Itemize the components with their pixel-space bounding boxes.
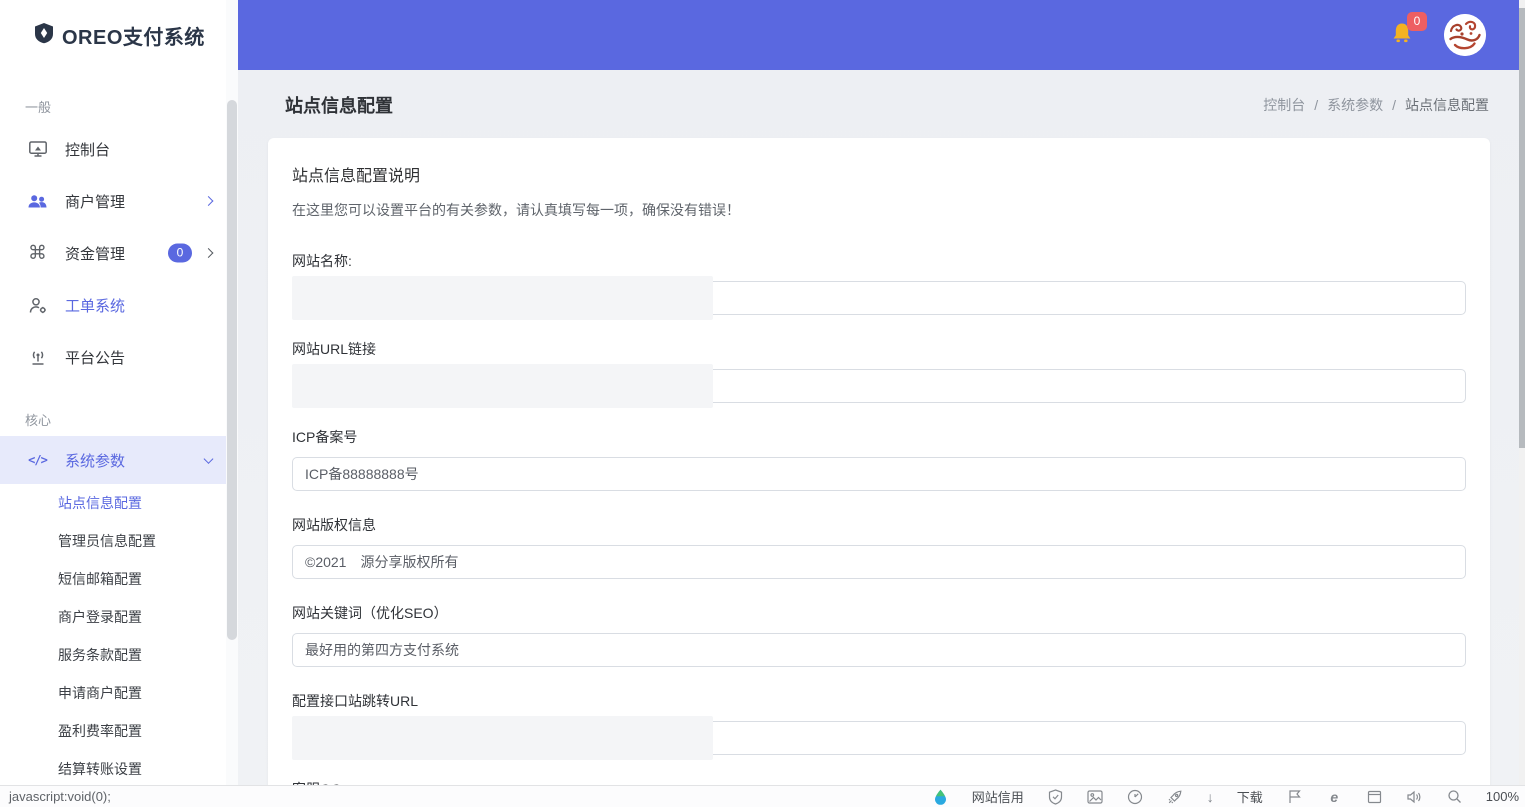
submenu-item-terms[interactable]: 服务条款配置 xyxy=(0,636,238,674)
status-bar-tools: 网站信用 ↓ 下载 e 100% xyxy=(932,787,1521,806)
sidebar: OREO支付系统 一般 控制台 商户管理 ⌘ 资金管理 0 工单系统 平台公告 … xyxy=(0,0,238,785)
shield-icon[interactable] xyxy=(1047,788,1064,805)
page-scrollbar-thumb[interactable] xyxy=(1519,8,1525,448)
notification-count-badge: 0 xyxy=(1407,12,1427,31)
sidebar-item-label: 商户管理 xyxy=(65,193,126,211)
redaction-overlay xyxy=(292,276,713,320)
form-group-icp: ICP备案号 xyxy=(292,427,1466,491)
chevron-right-icon xyxy=(203,248,214,258)
window-icon[interactable] xyxy=(1366,788,1383,805)
sidebar-item-funds[interactable]: ⌘ 资金管理 0 xyxy=(0,227,238,279)
logo-shield-icon xyxy=(33,22,55,49)
form-group-site-url: 网站URL链接 xyxy=(292,339,1466,408)
field-label: 配置接口站跳转URL xyxy=(292,693,419,709)
sidebar-item-system-params[interactable]: </> 系统参数 xyxy=(0,436,238,484)
app-header: 0 xyxy=(238,0,1519,70)
sidebar-item-label: 控制台 xyxy=(65,141,111,159)
submenu-item-settlement[interactable]: 结算转账设置 xyxy=(0,750,238,785)
main-content: 站点信息配置 控制台 / 系统参数 / 站点信息配置 站点信息配置说明 在这里您… xyxy=(238,70,1519,785)
water-drop-icon[interactable] xyxy=(932,788,949,805)
sidebar-item-dashboard[interactable]: 控制台 xyxy=(0,123,238,175)
redaction-overlay xyxy=(292,364,713,408)
field-label: 网站URL链接 xyxy=(292,341,377,357)
zoom-level[interactable]: 100% xyxy=(1486,789,1519,804)
sidebar-scrollbar[interactable] xyxy=(226,0,238,785)
download-arrow-icon[interactable]: ↓ xyxy=(1207,790,1214,804)
app-logo[interactable]: OREO支付系统 xyxy=(0,0,238,70)
submenu-item-merchant-apply[interactable]: 申请商户配置 xyxy=(0,674,238,712)
config-card: 站点信息配置说明 在这里您可以设置平台的有关参数，请认真填写每一项，确保没有错误… xyxy=(268,138,1490,785)
breadcrumb-system-params[interactable]: 系统参数 xyxy=(1327,95,1383,115)
chevron-down-icon xyxy=(203,454,214,464)
site-config-form: 网站名称: 网站URL链接 ICP备案号 ICP备88888888号 网站版权信… xyxy=(292,251,1466,785)
field-label: 网站关键词（优化SEO） xyxy=(292,605,448,621)
page-header: 站点信息配置 控制台 / 系统参数 / 站点信息配置 xyxy=(238,70,1519,136)
breadcrumb-dashboard[interactable]: 控制台 xyxy=(1263,95,1305,115)
site-credit-label[interactable]: 网站信用 xyxy=(972,787,1024,806)
submenu-item-merchant-login[interactable]: 商户登录配置 xyxy=(0,598,238,636)
sidebar-item-label: 工单系统 xyxy=(65,297,126,315)
submenu-item-site-info[interactable]: 站点信息配置 xyxy=(0,484,238,522)
monitor-icon xyxy=(26,139,49,159)
broadcast-icon xyxy=(26,347,49,367)
form-group-seo-keywords: 网站关键词（优化SEO） xyxy=(292,603,1466,667)
users-icon xyxy=(26,191,49,211)
breadcrumb: 控制台 / 系统参数 / 站点信息配置 xyxy=(1263,95,1489,115)
sidebar-item-merchants[interactable]: 商户管理 xyxy=(0,175,238,227)
speaker-icon[interactable] xyxy=(1406,788,1423,805)
notification-bell-button[interactable]: 0 xyxy=(1389,12,1427,50)
card-heading: 站点信息配置说明 xyxy=(292,168,421,185)
copyright-input[interactable] xyxy=(292,545,1466,579)
funds-count-badge: 0 xyxy=(168,243,192,263)
seo-keywords-input[interactable] xyxy=(292,633,1466,667)
command-icon: ⌘ xyxy=(28,242,47,264)
field-label: 网站版权信息 xyxy=(292,517,376,533)
breadcrumb-current: 站点信息配置 xyxy=(1405,97,1489,113)
code-icon: </> xyxy=(28,453,48,467)
form-group-copyright: 网站版权信息 xyxy=(292,515,1466,579)
submenu-item-sms-email[interactable]: 短信邮箱配置 xyxy=(0,560,238,598)
sidebar-item-announcements[interactable]: 平台公告 xyxy=(0,331,238,383)
sidebar-section-general: 一般 xyxy=(25,100,52,115)
user-gear-icon xyxy=(26,295,49,315)
form-group-site-name: 网站名称: xyxy=(292,251,1466,320)
ie-icon[interactable]: e xyxy=(1326,788,1343,805)
sidebar-item-tickets[interactable]: 工单系统 xyxy=(0,279,238,331)
system-params-submenu: 站点信息配置 管理员信息配置 短信邮箱配置 商户登录配置 服务条款配置 申请商户… xyxy=(0,484,238,785)
page-scrollbar[interactable] xyxy=(1519,0,1525,785)
sidebar-item-label: 系统参数 xyxy=(65,452,126,470)
card-description: 在这里您可以设置平台的有关参数，请认真填写每一项，确保没有错误！ xyxy=(292,202,740,218)
chevron-right-icon xyxy=(203,196,214,206)
gauge-icon[interactable] xyxy=(1127,788,1144,805)
rocket-icon[interactable] xyxy=(1167,788,1184,805)
breadcrumb-separator: / xyxy=(1314,97,1319,113)
field-label: 网站名称: xyxy=(292,253,352,269)
photo-icon[interactable] xyxy=(1087,788,1104,805)
browser-status-bar: javascript:void(0); 网站信用 ↓ 下载 e 100% xyxy=(0,785,1525,807)
browser-window: 0 OREO支付系统 一般 控制台 商户管理 ⌘ 资金管理 0 工单系统 平台公… xyxy=(0,0,1525,807)
submenu-item-profit-rate[interactable]: 盈利费率配置 xyxy=(0,712,238,750)
user-avatar[interactable] xyxy=(1444,14,1486,56)
flag-icon[interactable] xyxy=(1286,788,1303,805)
breadcrumb-separator: / xyxy=(1392,97,1396,113)
magnifier-icon[interactable] xyxy=(1446,788,1463,805)
sidebar-scrollbar-thumb[interactable] xyxy=(227,100,237,640)
bell-icon xyxy=(1389,23,1415,50)
logo-text: OREO支付系统 xyxy=(62,26,205,49)
field-label: ICP备案号 xyxy=(292,429,358,445)
page-title: 站点信息配置 xyxy=(285,96,393,116)
link-preview: javascript:void(0); xyxy=(9,789,111,804)
avatar-art-icon xyxy=(1444,14,1486,56)
icp-number-input[interactable] xyxy=(292,457,1466,491)
redaction-overlay xyxy=(292,716,713,760)
submenu-item-admin-info[interactable]: 管理员信息配置 xyxy=(0,522,238,560)
form-group-api-redirect-url: 配置接口站跳转URL xyxy=(292,691,1466,760)
sidebar-item-label: 平台公告 xyxy=(65,349,126,367)
sidebar-section-core: 核心 xyxy=(25,413,52,428)
download-label[interactable]: 下载 xyxy=(1237,787,1263,806)
sidebar-item-label: 资金管理 xyxy=(65,245,126,263)
